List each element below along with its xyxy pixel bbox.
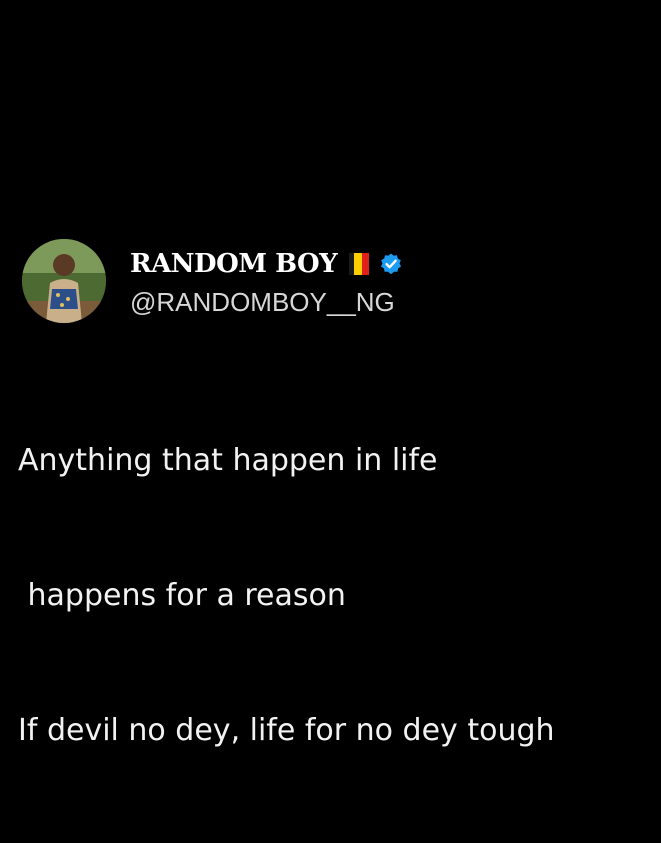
user-handle[interactable]: @RANDOMBOY__NG [130, 287, 403, 318]
tweet-text: Anything that happen in life happens for… [18, 348, 652, 843]
avatar[interactable] [22, 239, 106, 323]
display-name[interactable]: RANDOM BOY [130, 249, 338, 279]
tweet-line: happens for a reason [18, 578, 346, 613]
avatar-photo [22, 239, 106, 323]
name-row: RANDOM BOY [130, 245, 403, 283]
tweet-card: RANDOM BOY @RANDOMBOY__NG Anything that … [18, 236, 652, 843]
belgium-flag-icon [349, 252, 370, 275]
verified-badge-icon [379, 252, 403, 276]
identity-block: RANDOM BOY @RANDOMBOY__NG [130, 245, 403, 318]
tweet-header: RANDOM BOY @RANDOMBOY__NG [22, 236, 652, 326]
tweet-line: If devil no dey, life for no dey tough [18, 713, 555, 748]
tweet-line: Anything that happen in life [18, 443, 438, 478]
